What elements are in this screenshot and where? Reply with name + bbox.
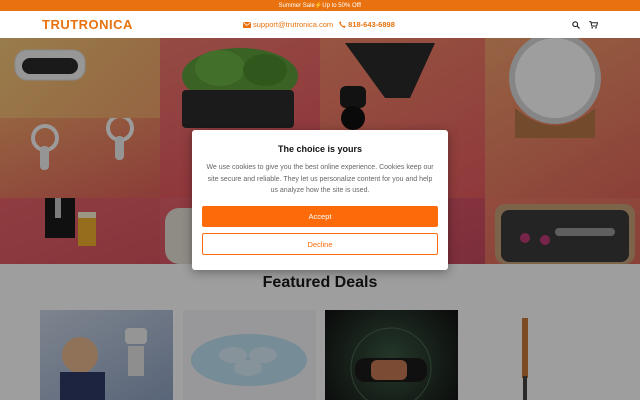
- cookie-consent-dialog: The choice is yours We use cookies to gi…: [192, 130, 448, 270]
- phone-link[interactable]: 818-643-6898: [339, 20, 395, 29]
- promo-banner: Summer Sale⚡Up to 50% Off!: [0, 0, 640, 11]
- search-icon[interactable]: [572, 20, 580, 29]
- promo-text: Summer Sale⚡Up to 50% Off!: [278, 3, 362, 9]
- contact-info: support@trutronica.com 818-643-6898: [243, 11, 395, 38]
- phone-icon: [339, 21, 346, 28]
- cookie-title: The choice is yours: [277, 144, 363, 154]
- decline-button[interactable]: Decline: [202, 233, 438, 255]
- email-text: support@trutronica.com: [253, 20, 334, 29]
- email-link[interactable]: support@trutronica.com: [243, 20, 333, 29]
- site-header: TRUTRONICA support@trutronica.com 818-64…: [0, 11, 640, 38]
- cart-icon[interactable]: [589, 20, 598, 29]
- phone-text: 818-643-6898: [348, 20, 395, 29]
- header-icons: [572, 11, 598, 38]
- cookie-body: We use cookies to give you the best onli…: [206, 164, 434, 194]
- site-logo[interactable]: TRUTRONICA: [42, 17, 133, 32]
- accept-button[interactable]: Accept: [202, 206, 438, 227]
- envelope-icon: [243, 21, 251, 28]
